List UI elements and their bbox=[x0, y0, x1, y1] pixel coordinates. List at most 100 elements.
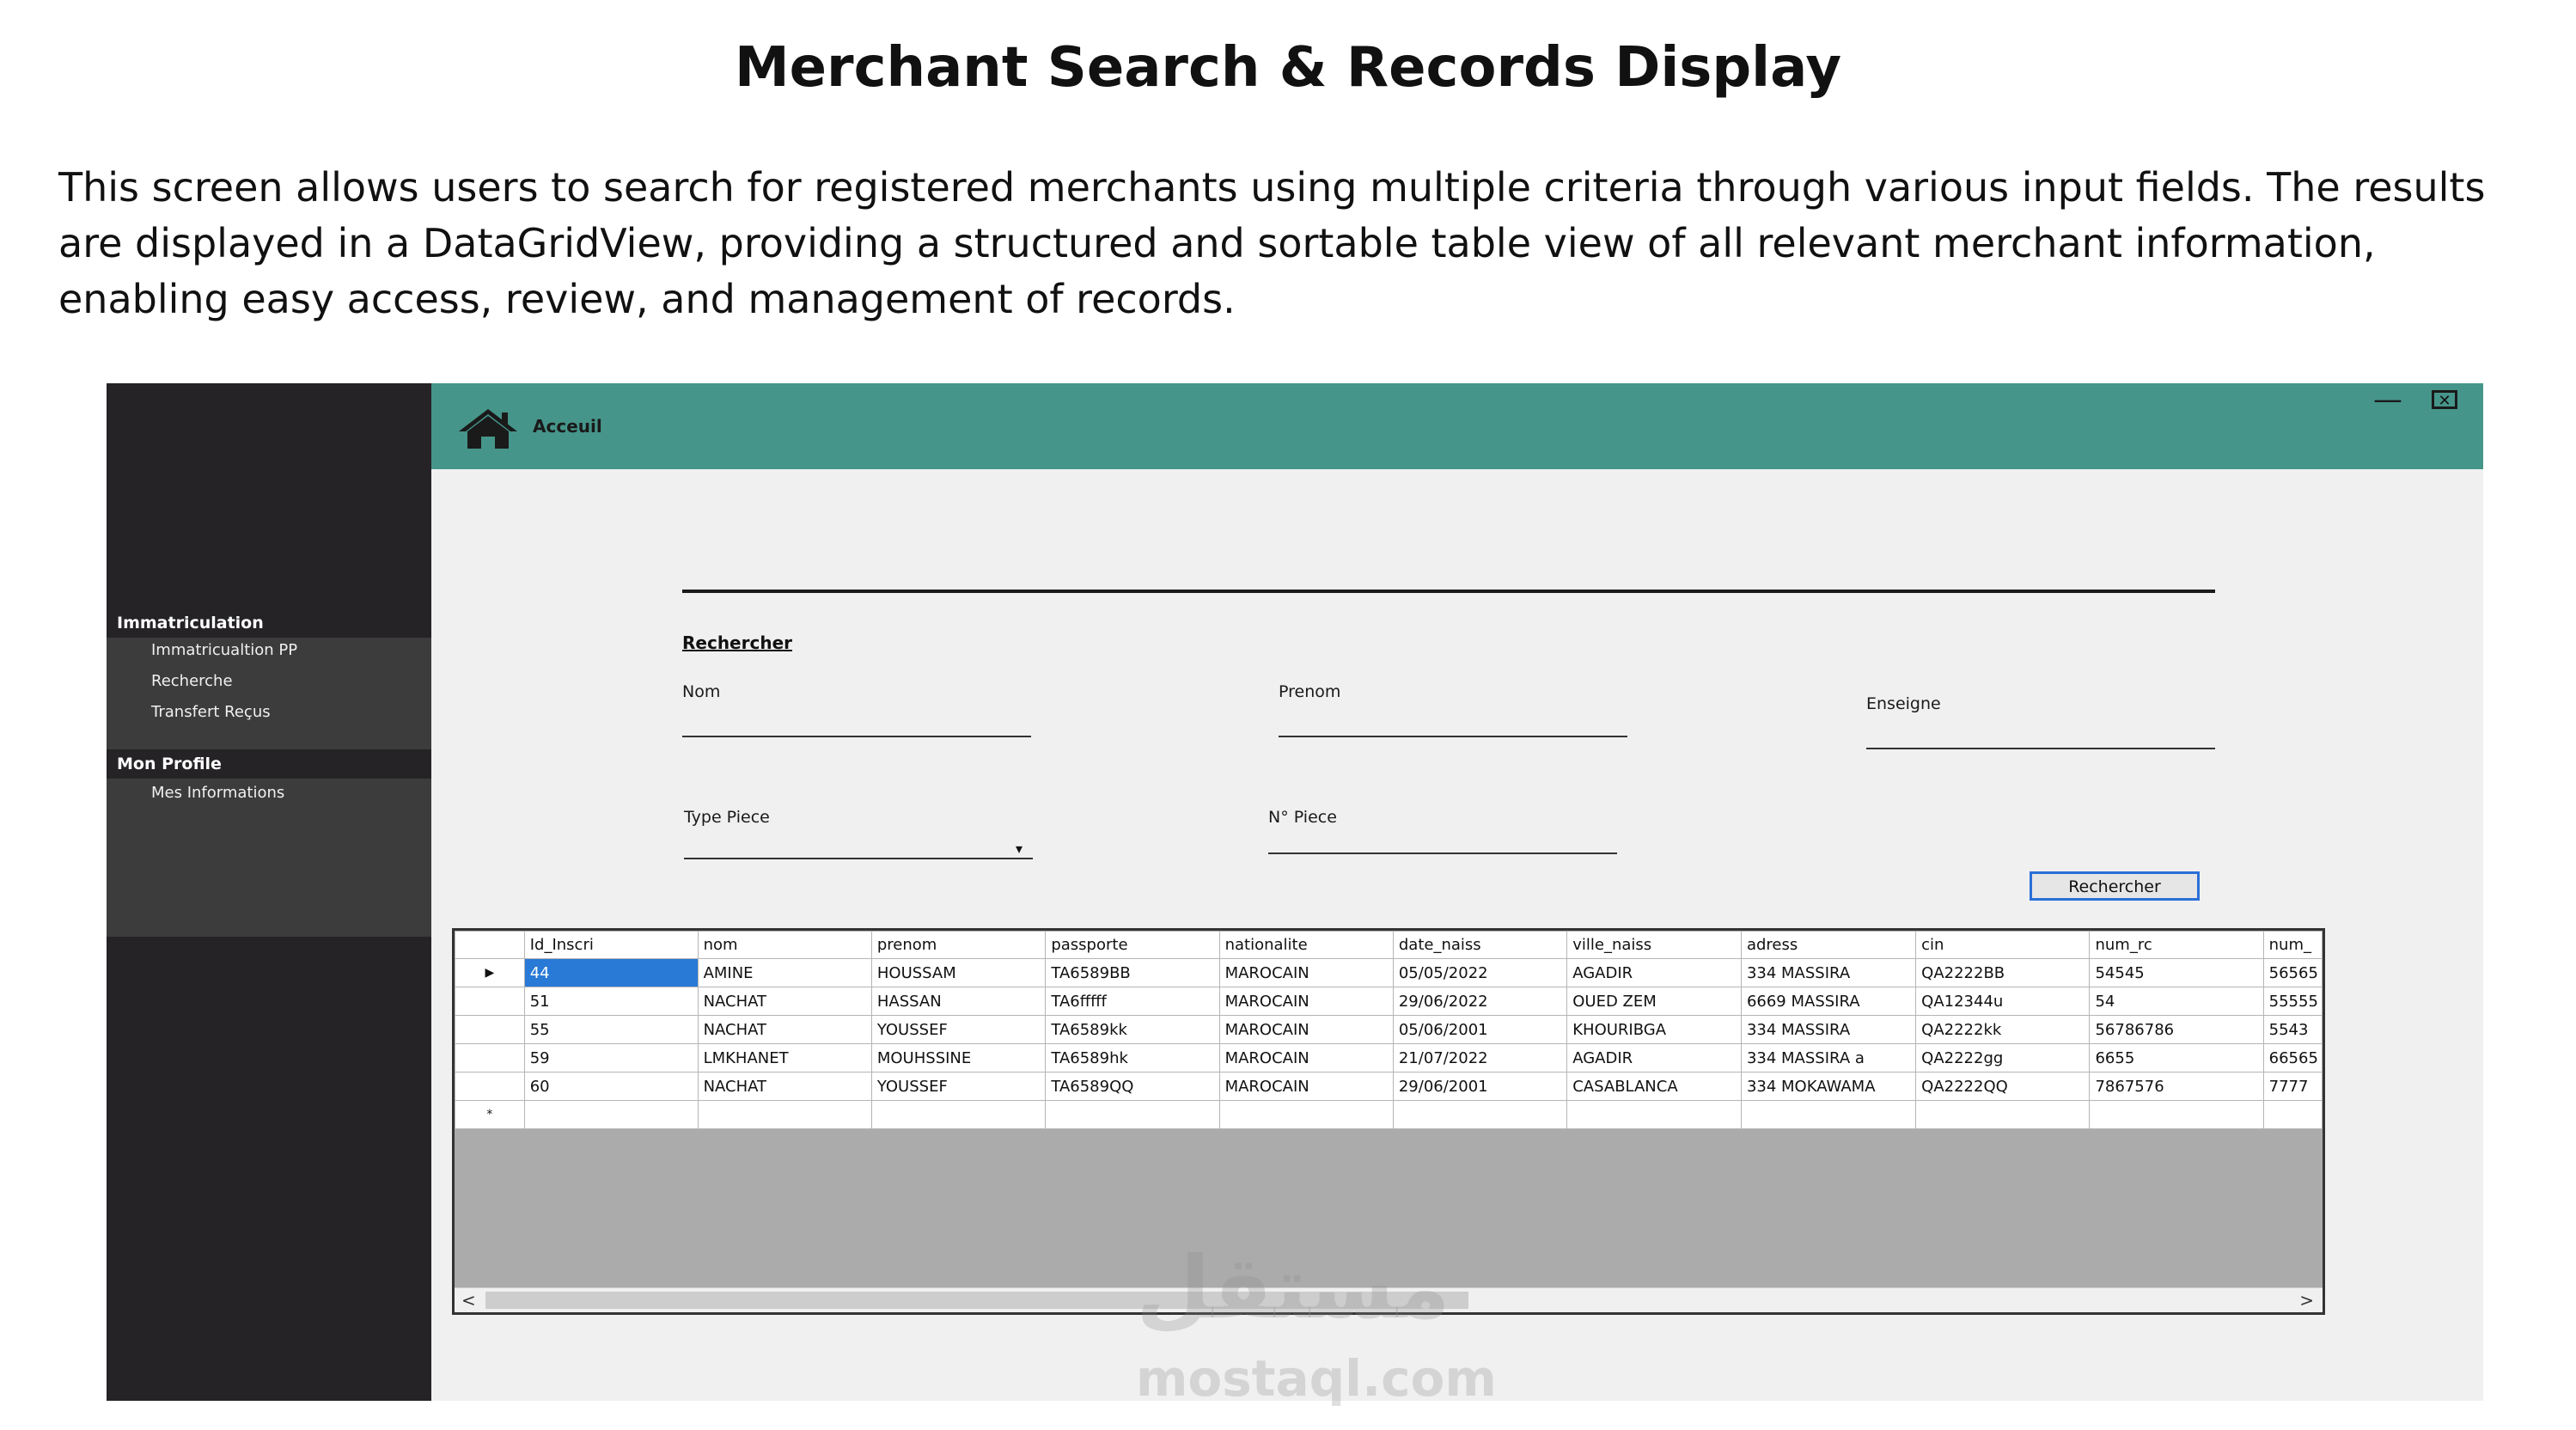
sidebar-item-transfert-recus[interactable]: Transfert Reçus bbox=[151, 703, 271, 721]
table-cell[interactable]: OUED ZEM bbox=[1566, 987, 1742, 1016]
type-piece-select[interactable] bbox=[684, 847, 1033, 859]
row-header[interactable] bbox=[455, 1015, 525, 1044]
table-cell[interactable]: QA2222gg bbox=[1915, 1043, 2091, 1072]
column-header-id-inscri[interactable]: Id_Inscri bbox=[523, 931, 699, 959]
table-cell[interactable] bbox=[1566, 1100, 1742, 1129]
column-header-ville-naiss[interactable]: ville_naiss bbox=[1566, 931, 1742, 959]
new-row-indicator-icon[interactable]: * bbox=[455, 1100, 525, 1129]
table-cell[interactable]: QA2222kk bbox=[1915, 1015, 2091, 1044]
table-cell[interactable]: HOUSSAM bbox=[870, 958, 1047, 987]
table-cell[interactable]: NACHAT bbox=[697, 1015, 872, 1044]
table-cell[interactable]: 334 MASSIRA bbox=[1740, 1015, 1917, 1044]
table-row[interactable]: ▶ 44 AMINE HOUSSAM TA6589BB MAROCAIN 05/… bbox=[455, 958, 2323, 987]
sidebar-item-immatriculation-pp[interactable]: Immatricualtion PP bbox=[151, 641, 297, 659]
table-cell[interactable]: 55 bbox=[523, 1015, 699, 1044]
table-row[interactable]: 60 NACHAT YOUSSEF TA6589QQ MAROCAIN 29/0… bbox=[455, 1072, 2323, 1101]
table-cell[interactable]: 29/06/2001 bbox=[1392, 1072, 1568, 1101]
table-row[interactable]: 51 NACHAT HASSAN TA6fffff MAROCAIN 29/06… bbox=[455, 987, 2323, 1016]
table-cell[interactable]: YOUSSEF bbox=[870, 1015, 1047, 1044]
table-cell[interactable]: NACHAT bbox=[697, 987, 872, 1016]
table-cell[interactable]: 66565 bbox=[2262, 1043, 2323, 1072]
column-header-adress[interactable]: adress bbox=[1740, 931, 1917, 959]
table-cell[interactable]: TA6589BB bbox=[1045, 958, 1220, 987]
table-cell[interactable]: 54545 bbox=[2089, 958, 2264, 987]
table-cell[interactable]: HASSAN bbox=[870, 987, 1047, 1016]
table-cell[interactable]: AGADIR bbox=[1566, 958, 1742, 987]
scroll-left-icon[interactable]: < bbox=[461, 1290, 476, 1311]
table-cell[interactable] bbox=[2089, 1100, 2264, 1129]
column-header-passporte[interactable]: passporte bbox=[1045, 931, 1220, 959]
table-cell[interactable]: TA6589kk bbox=[1045, 1015, 1220, 1044]
new-row[interactable]: * bbox=[455, 1100, 2323, 1129]
chevron-down-icon[interactable]: ▾ bbox=[1016, 840, 1022, 857]
table-cell[interactable]: MAROCAIN bbox=[1218, 1043, 1394, 1072]
table-cell[interactable] bbox=[697, 1100, 872, 1129]
sidebar-item-recherche[interactable]: Recherche bbox=[151, 672, 233, 690]
table-cell[interactable]: 334 MASSIRA a bbox=[1740, 1043, 1917, 1072]
table-cell[interactable]: YOUSSEF bbox=[870, 1072, 1047, 1101]
table-cell[interactable]: 44 bbox=[523, 958, 699, 987]
close-button[interactable]: ✕ bbox=[2432, 390, 2457, 410]
table-cell[interactable]: MAROCAIN bbox=[1218, 1072, 1394, 1101]
home-icon[interactable] bbox=[457, 407, 519, 450]
table-cell[interactable]: 29/06/2022 bbox=[1392, 987, 1568, 1016]
table-cell[interactable]: 7777 bbox=[2262, 1072, 2323, 1101]
table-cell[interactable] bbox=[870, 1100, 1047, 1129]
table-cell[interactable]: AGADIR bbox=[1566, 1043, 1742, 1072]
table-cell[interactable]: AMINE bbox=[697, 958, 872, 987]
table-cell[interactable] bbox=[1392, 1100, 1568, 1129]
row-header[interactable] bbox=[455, 987, 525, 1016]
table-cell[interactable]: TA6589hk bbox=[1045, 1043, 1220, 1072]
table-cell[interactable]: QA2222BB bbox=[1915, 958, 2091, 987]
column-header-nationalite[interactable]: nationalite bbox=[1218, 931, 1394, 959]
table-cell[interactable]: 334 MOKAWAMA bbox=[1740, 1072, 1917, 1101]
table-cell[interactable]: KHOURIBGA bbox=[1566, 1015, 1742, 1044]
table-cell[interactable]: 05/05/2022 bbox=[1392, 958, 1568, 987]
table-cell[interactable] bbox=[1915, 1100, 2091, 1129]
column-header-date-naiss[interactable]: date_naiss bbox=[1392, 931, 1568, 959]
table-cell[interactable]: 5543 bbox=[2262, 1015, 2323, 1044]
table-cell[interactable]: 56565 bbox=[2262, 958, 2323, 987]
column-header-num[interactable]: num_ bbox=[2262, 931, 2323, 959]
table-cell[interactable]: 6655 bbox=[2089, 1043, 2264, 1072]
column-header-prenom[interactable]: prenom bbox=[870, 931, 1047, 959]
table-cell[interactable]: 6669 MASSIRA bbox=[1740, 987, 1917, 1016]
table-cell[interactable] bbox=[2262, 1100, 2323, 1129]
table-cell[interactable]: 56786786 bbox=[2089, 1015, 2264, 1044]
nom-input[interactable] bbox=[682, 724, 1031, 737]
table-cell[interactable]: 55555 bbox=[2262, 987, 2323, 1016]
table-row[interactable]: 59 LMKHANET MOUHSSINE TA6589hk MAROCAIN … bbox=[455, 1043, 2323, 1072]
row-header[interactable] bbox=[455, 1072, 525, 1101]
table-cell[interactable]: MAROCAIN bbox=[1218, 987, 1394, 1016]
table-cell[interactable]: CASABLANCA bbox=[1566, 1072, 1742, 1101]
minimize-button[interactable]: — bbox=[2373, 385, 2402, 416]
row-header[interactable] bbox=[455, 1043, 525, 1072]
table-cell[interactable]: QA2222QQ bbox=[1915, 1072, 2091, 1101]
table-cell[interactable]: MAROCAIN bbox=[1218, 1015, 1394, 1044]
column-header-cin[interactable]: cin bbox=[1915, 931, 2091, 959]
table-cell[interactable]: TA6589QQ bbox=[1045, 1072, 1220, 1101]
table-cell[interactable]: 7867576 bbox=[2089, 1072, 2264, 1101]
table-cell[interactable]: TA6fffff bbox=[1045, 987, 1220, 1016]
column-header-nom[interactable]: nom bbox=[697, 931, 872, 959]
table-cell[interactable]: 05/06/2001 bbox=[1392, 1015, 1568, 1044]
table-cell[interactable]: 54 bbox=[2089, 987, 2264, 1016]
table-cell[interactable]: QA12344u bbox=[1915, 987, 2091, 1016]
current-row-indicator-icon[interactable]: ▶ bbox=[455, 958, 525, 987]
header-acceuil-label[interactable]: Acceuil bbox=[533, 416, 602, 437]
table-cell[interactable]: 51 bbox=[523, 987, 699, 1016]
table-cell[interactable]: 21/07/2022 bbox=[1392, 1043, 1568, 1072]
table-cell[interactable]: LMKHANET bbox=[697, 1043, 872, 1072]
column-header-num-rc[interactable]: num_rc bbox=[2089, 931, 2264, 959]
table-cell[interactable] bbox=[523, 1100, 699, 1129]
n-piece-input[interactable] bbox=[1268, 840, 1617, 854]
table-cell[interactable] bbox=[1045, 1100, 1220, 1129]
table-cell[interactable] bbox=[1740, 1100, 1917, 1129]
rechercher-button[interactable]: Rechercher bbox=[2030, 871, 2200, 901]
table-cell[interactable]: 60 bbox=[523, 1072, 699, 1101]
prenom-input[interactable] bbox=[1279, 724, 1627, 737]
sidebar-item-mes-informations[interactable]: Mes Informations bbox=[151, 784, 284, 802]
table-row[interactable]: 55 NACHAT YOUSSEF TA6589kk MAROCAIN 05/0… bbox=[455, 1015, 2323, 1044]
table-cell[interactable]: 334 MASSIRA bbox=[1740, 958, 1917, 987]
table-cell[interactable]: 59 bbox=[523, 1043, 699, 1072]
